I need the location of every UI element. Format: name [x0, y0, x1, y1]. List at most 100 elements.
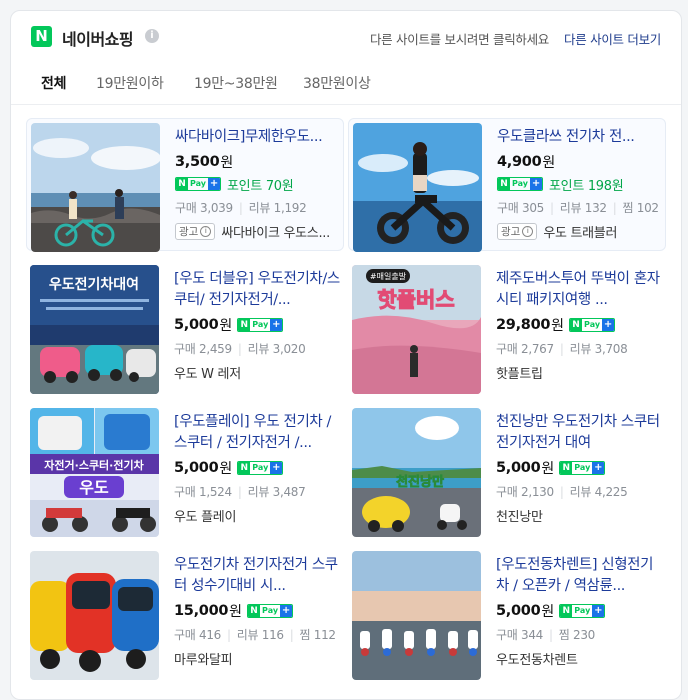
- seller-name[interactable]: 싸다바이크 우도스...: [221, 222, 330, 241]
- stat-item: 리뷰 3,020: [232, 342, 306, 356]
- seller-name[interactable]: 마루와달피: [174, 649, 232, 668]
- product-card[interactable]: 싸다바이크]무제한우도... 3,500 원 N Pay + 포인트 70원 구매 3,039…: [26, 118, 344, 252]
- product-title[interactable]: 제주도버스투어 뚜벅이 혼자 시티 패키지여행 ...: [496, 269, 664, 311]
- thumbnail-caption: 자전거·스쿠터·전기차: [44, 458, 144, 472]
- stat-item: 구매 416: [174, 628, 221, 642]
- npay-plus-badge: N Pay +: [247, 604, 294, 618]
- product-card[interactable]: 자전거·스쿠터·전기차 우도 [우도플레이] 우도 전기차 / 스쿠터 / 전기…: [26, 404, 344, 537]
- more-sites-link[interactable]: 다른 사이트 더보기: [564, 29, 661, 48]
- product-card[interactable]: [우도전동차렌트] 신형전기차 / 오픈카 / 역삼륜... 5,000 원 N Pay…: [348, 547, 666, 680]
- product-thumbnail[interactable]: 우도전기차대여: [30, 265, 159, 394]
- product-info: [우도플레이] 우도 전기차 / 스쿠터 / 전기자전거 /... 5,000 원 N…: [174, 412, 342, 525]
- stat-item: 리뷰 4,225: [554, 485, 628, 499]
- stat-item: 구매 1,524: [174, 485, 232, 499]
- product-thumbnail[interactable]: [30, 551, 159, 680]
- seller-name[interactable]: 우도 트래블러: [543, 222, 617, 241]
- product-info: 우도전기차 전기자전거 스쿠터 성수기대비 시... 15,000 원 N Pay + 구매…: [174, 555, 342, 668]
- product-info: 천진낭만 우도전기차 스쿠터 전기자전거 대여 5,000 원 N Pay + 구매 2,1…: [496, 412, 664, 525]
- seller-row: 우도전동차렌트: [496, 649, 664, 668]
- price-unit: 원: [219, 461, 233, 477]
- product-stats: 구매 344찜 230: [496, 626, 664, 643]
- product-info: 제주도버스투어 뚜벅이 혼자 시티 패키지여행 ... 29,800 원 N Pay + 구…: [496, 269, 664, 382]
- product-card[interactable]: #매일출발 핫플버스 제주도버스투어 뚜벅이 혼자 시티 패키지여행 ... 29…: [348, 261, 666, 394]
- product-price: 5,000: [174, 460, 219, 476]
- info-icon[interactable]: i: [145, 29, 159, 43]
- price-unit: 원: [541, 461, 555, 477]
- price-row: 5,000 원 N Pay +: [496, 458, 664, 478]
- seller-row: 광고 i 싸다바이크 우도스...: [175, 222, 343, 241]
- product-thumbnail[interactable]: [352, 551, 481, 680]
- seller-row: 우도 플레이: [174, 506, 342, 525]
- stat-item: 찜 102: [607, 201, 659, 215]
- product-thumbnail[interactable]: 천진낭만: [352, 408, 481, 537]
- product-price: 5,000: [496, 603, 541, 619]
- price-row: 15,000 원 N Pay +: [174, 601, 342, 621]
- product-thumbnail[interactable]: #매일출발 핫플버스: [352, 265, 481, 394]
- tab-190k-380k[interactable]: 19만~38만원: [194, 73, 278, 93]
- seller-row: 핫플트립: [496, 363, 664, 382]
- point-row: N Pay + 포인트 198원: [497, 174, 665, 194]
- stat-item: 리뷰 132: [544, 201, 607, 215]
- seller-name[interactable]: 우도 W 레저: [174, 363, 241, 382]
- tab-over-380k[interactable]: 38만원이상: [303, 73, 371, 93]
- price-unit: 원: [542, 155, 556, 171]
- pink-muhly-field-image: #매일출발 핫플버스: [352, 265, 481, 394]
- thumbnail-caption: 핫플버스: [377, 288, 454, 312]
- product-title[interactable]: 싸다바이크]무제한우도...: [175, 127, 343, 148]
- thumbnail-caption: 우도: [79, 478, 109, 497]
- product-price: 15,000: [174, 603, 229, 619]
- stat-item: 리뷰 3,708: [554, 342, 628, 356]
- woman-on-ebike-image: [353, 123, 482, 252]
- stat-item: 찜 230: [543, 628, 595, 642]
- price-unit: 원: [229, 604, 243, 620]
- seller-row: 우도 W 레저: [174, 363, 342, 382]
- tab-under-190k[interactable]: 19만원이하: [96, 73, 164, 93]
- stat-item: 리뷰 1,192: [233, 201, 307, 215]
- price-row: 29,800 원 N Pay +: [496, 315, 664, 335]
- product-card[interactable]: 천진낭만 천진낭만 우도전기차 스쿠터 전기자전거 대여 5,000 원 N Pay + 구…: [348, 404, 666, 537]
- seller-name[interactable]: 우도전동차렌트: [496, 649, 578, 668]
- product-title[interactable]: [우도전동차렌트] 신형전기차 / 오픈카 / 역삼륜...: [496, 555, 664, 597]
- product-thumbnail[interactable]: 자전거·스쿠터·전기차 우도: [30, 408, 159, 537]
- npay-plus-badge: N Pay +: [569, 318, 616, 332]
- product-thumbnail[interactable]: [353, 123, 482, 252]
- price-unit: 원: [551, 318, 565, 334]
- product-stats: 구매 2,767리뷰 3,708: [496, 340, 664, 357]
- product-title[interactable]: [우도플레이] 우도 전기차 / 스쿠터 / 전기자전거 /...: [174, 412, 342, 454]
- product-info: 싸다바이크]무제한우도... 3,500 원 N Pay + 포인트 70원 구매 3,039…: [175, 127, 343, 241]
- header-message: 다른 사이트를 보시려면 클릭하세요: [369, 32, 549, 47]
- seller-row: 천진낭만: [496, 506, 664, 525]
- npay-plus-badge: N Pay +: [497, 177, 544, 191]
- yellow-car-scooter-image: 천진낭만: [352, 408, 481, 537]
- product-title[interactable]: 우도클라쓰 전기차 전...: [497, 127, 665, 148]
- stat-item: 리뷰 3,487: [232, 485, 306, 499]
- ad-badge[interactable]: 광고 i: [497, 222, 538, 240]
- product-price: 29,800: [496, 317, 551, 333]
- product-info: [우도 더블유] 우도전기차/스쿠터/ 전기자전거/... 5,000 원 N Pay +…: [174, 269, 342, 382]
- thumbnail-caption: 우도전기차대여: [49, 276, 139, 293]
- price-unit: 원: [220, 155, 234, 171]
- product-title[interactable]: 우도전기차 전기자전거 스쿠터 성수기대비 시...: [174, 555, 342, 597]
- seller-name[interactable]: 핫플트립: [496, 363, 543, 382]
- product-card[interactable]: 우도전기차 전기자전거 스쿠터 성수기대비 시... 15,000 원 N Pay + 구매…: [26, 547, 344, 680]
- npay-plus-badge: N Pay +: [237, 318, 284, 332]
- price-row: 3,500 원: [175, 152, 343, 172]
- ad-badge[interactable]: 광고 i: [175, 222, 216, 240]
- product-card[interactable]: 우도클라쓰 전기차 전... 4,900원 NPay+ 포인트 198원구매 305리…: [348, 118, 666, 252]
- product-title[interactable]: 천진낭만 우도전기차 스쿠터 전기자전거 대여: [496, 412, 664, 454]
- brand-title[interactable]: 네이버쇼핑: [62, 26, 134, 50]
- product-thumbnail[interactable]: [31, 123, 160, 252]
- seller-name[interactable]: 우도 플레이: [174, 506, 236, 525]
- product-price: 3,500: [175, 154, 220, 170]
- seller-name[interactable]: 천진낭만: [496, 506, 543, 525]
- product-card[interactable]: 우도전기차대여 [우도 더블유] 우도전기차/스쿠터/ 전기자전거/... 5,0…: [26, 261, 344, 394]
- electric-car-rental-poster-image: 우도전기차대여: [30, 265, 159, 394]
- tab-all[interactable]: 전체: [41, 73, 66, 93]
- thumbnail-caption: #매일출발: [370, 271, 407, 281]
- ad-info-icon: i: [522, 225, 534, 237]
- stat-item: 찜 112: [284, 628, 336, 642]
- product-title[interactable]: [우도 더블유] 우도전기차/스쿠터/ 전기자전거/...: [174, 269, 342, 311]
- price-unit: 원: [541, 604, 555, 620]
- stat-item: 구매 305: [497, 201, 544, 215]
- product-stats: 구매 416리뷰 116찜 112: [174, 626, 342, 643]
